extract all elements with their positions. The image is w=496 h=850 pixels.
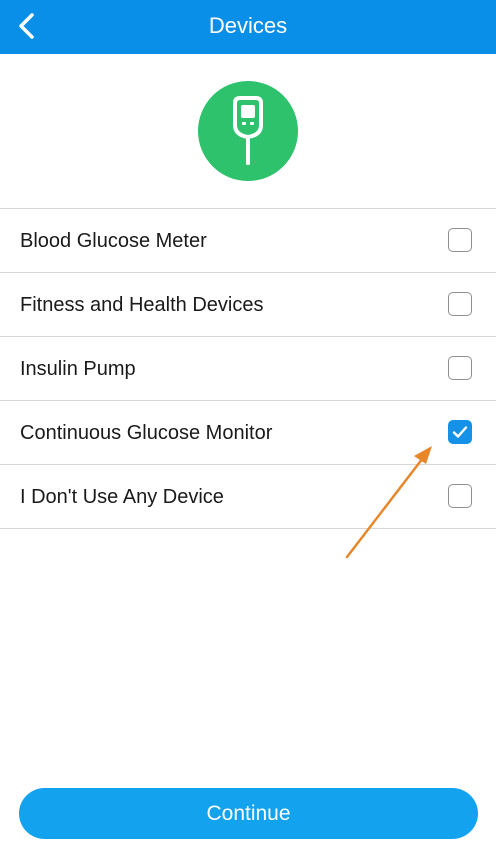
header-bar: Devices bbox=[0, 0, 496, 54]
device-option-label: Fitness and Health Devices bbox=[20, 294, 264, 316]
checkmark-icon bbox=[452, 426, 468, 438]
device-option-label: Blood Glucose Meter bbox=[20, 230, 207, 252]
checkbox[interactable] bbox=[448, 228, 472, 252]
checkbox[interactable] bbox=[448, 292, 472, 316]
checkbox-checked[interactable] bbox=[448, 420, 472, 444]
checkbox[interactable] bbox=[448, 484, 472, 508]
device-list: Blood Glucose Meter Fitness and Health D… bbox=[0, 208, 496, 529]
devices-screen: Devices Blood Glucose Meter Fitness and … bbox=[0, 0, 496, 850]
checkbox[interactable] bbox=[448, 356, 472, 380]
page-title: Devices bbox=[208, 13, 288, 38]
device-option-label: Continuous Glucose Monitor bbox=[20, 422, 273, 444]
device-option-none[interactable]: I Don't Use Any Device bbox=[0, 465, 496, 529]
device-option-fitness-health[interactable]: Fitness and Health Devices bbox=[0, 273, 496, 337]
device-option-label: Insulin Pump bbox=[20, 358, 136, 380]
continue-button[interactable]: Continue bbox=[19, 788, 478, 839]
device-option-insulin-pump[interactable]: Insulin Pump bbox=[0, 337, 496, 401]
device-option-cgm[interactable]: Continuous Glucose Monitor bbox=[0, 401, 496, 465]
glucose-meter-icon bbox=[198, 81, 298, 181]
device-option-blood-glucose-meter[interactable]: Blood Glucose Meter bbox=[0, 209, 496, 273]
device-option-label: I Don't Use Any Device bbox=[20, 486, 224, 508]
